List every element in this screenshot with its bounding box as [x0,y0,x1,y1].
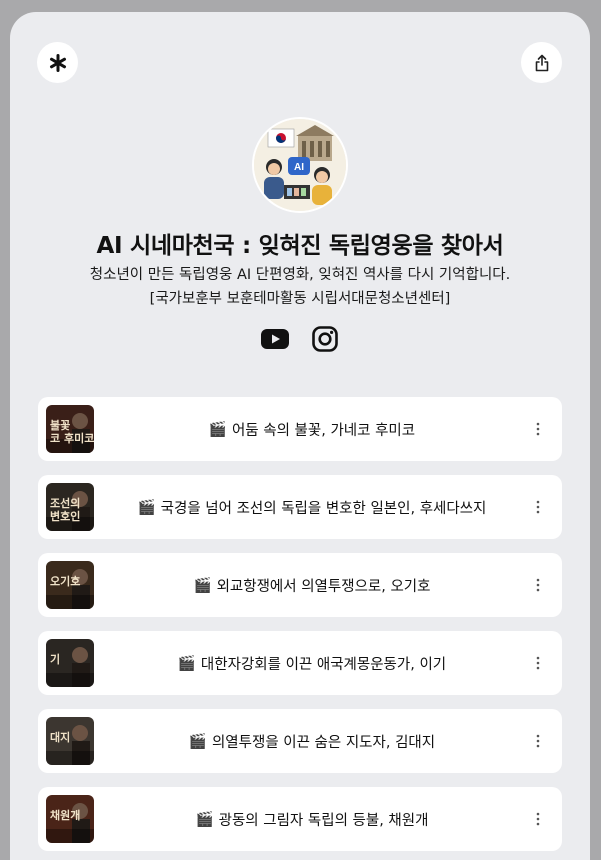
link-list: 불꽃 코 후미코 🎬 어둠 속의 불꽃, 가네코 후미코 조선의 변호인 🎬 국… [38,397,562,860]
thumbnail-text: 오기호 [50,574,80,588]
instagram-link[interactable] [310,324,340,354]
profile-card: AI AI 시네마천국 : 잊혀진 독립영웅을 찾아서 청소년이 만든 독립영웅… [10,12,590,860]
clapperboard-icon: 🎬 [177,655,196,672]
movie-poster-image: 채원개 [46,795,94,843]
link-label: 대한자강회를 이끈 애국계몽운동가, 이기 [200,656,447,673]
clapperboard-icon: 🎬 [137,499,156,516]
thumbnail-text: 기 [50,652,60,666]
link-thumbnail: 조선의 변호인 [46,483,94,531]
movie-poster-image: 대지 [46,717,94,765]
link-thumbnail: 오기호 [46,561,94,609]
link-item-1[interactable]: 불꽃 코 후미코 🎬 어둠 속의 불꽃, 가네코 후미코 [38,397,562,461]
thumbnail-text: 조선의 변호인 [50,496,80,523]
social-links [10,324,590,354]
movie-poster-image: 조선의 변호인 [46,483,94,531]
link-item-2[interactable]: 조선의 변호인 🎬 국경을 넘어 조선의 독립을 변호한 일본인, 후세다쓰지 [38,475,562,539]
profile-description: 청소년이 만든 독립영웅 AI 단편영화, 잊혀진 역사를 다시 기억합니다. … [89,267,511,307]
youtube-link[interactable] [260,324,290,354]
movie-poster-image: 오기호 [46,561,94,609]
movie-poster-image: 기 [46,639,94,687]
link-label: 외교항쟁에서 의열투쟁으로, 오기호 [216,578,431,595]
more-vertical-icon [536,422,540,436]
more-vertical-icon [536,734,540,748]
instagram-icon [312,326,338,352]
more-options-button[interactable] [526,807,550,831]
link-item-5[interactable]: 대지 🎬 의열투쟁을 이끈 숨은 지도자, 김대지 [38,709,562,773]
link-item-4[interactable]: 기 🎬 대한자강회를 이끈 애국계몽운동가, 이기 [38,631,562,695]
more-options-button[interactable] [526,729,550,753]
more-options-button[interactable] [526,495,550,519]
more-options-button[interactable] [526,651,550,675]
page-title: AI 시네마천국 : 잊혀진 독립영웅을 찾아서 [96,233,504,259]
more-options-button[interactable] [526,573,550,597]
avatar-badge-text: AI [294,162,304,173]
link-label: 국경을 넘어 조선의 독립을 변호한 일본인, 후세다쓰지 [160,500,487,517]
link-thumbnail: 채원개 [46,795,94,843]
thumbnail-text: 대지 [50,730,70,744]
clapperboard-icon: 🎬 [208,421,227,438]
more-vertical-icon [536,656,540,670]
avatar: AI [252,117,348,213]
link-label: 의열투쟁을 이끈 숨은 지도자, 김대지 [211,734,436,751]
link-label: 어둠 속의 불꽃, 가네코 후미코 [231,422,416,439]
more-vertical-icon [536,500,540,514]
link-label: 광동의 그림자 독립의 등불, 채원개 [218,812,429,829]
share-button[interactable] [521,42,562,83]
link-thumbnail: 대지 [46,717,94,765]
movie-poster-image: 불꽃 코 후미코 [46,405,94,453]
more-vertical-icon [536,578,540,592]
thumbnail-text: 채원개 [50,808,80,822]
share-icon [535,54,548,71]
link-item-3[interactable]: 오기호 🎬 외교항쟁에서 의열투쟁으로, 오기호 [38,553,562,617]
avatar-illustration: AI [254,119,346,211]
asterisk-icon [49,53,66,72]
more-options-button[interactable] [526,417,550,441]
link-item-6[interactable]: 채원개 🎬 광동의 그림자 독립의 등불, 채원개 [38,787,562,851]
clapperboard-icon: 🎬 [188,733,207,750]
clapperboard-icon: 🎬 [193,577,212,594]
link-thumbnail: 불꽃 코 후미코 [46,405,94,453]
link-thumbnail: 기 [46,639,94,687]
clapperboard-icon: 🎬 [195,811,214,828]
logo-button[interactable] [37,42,78,83]
more-vertical-icon [536,812,540,826]
youtube-icon [261,329,289,349]
